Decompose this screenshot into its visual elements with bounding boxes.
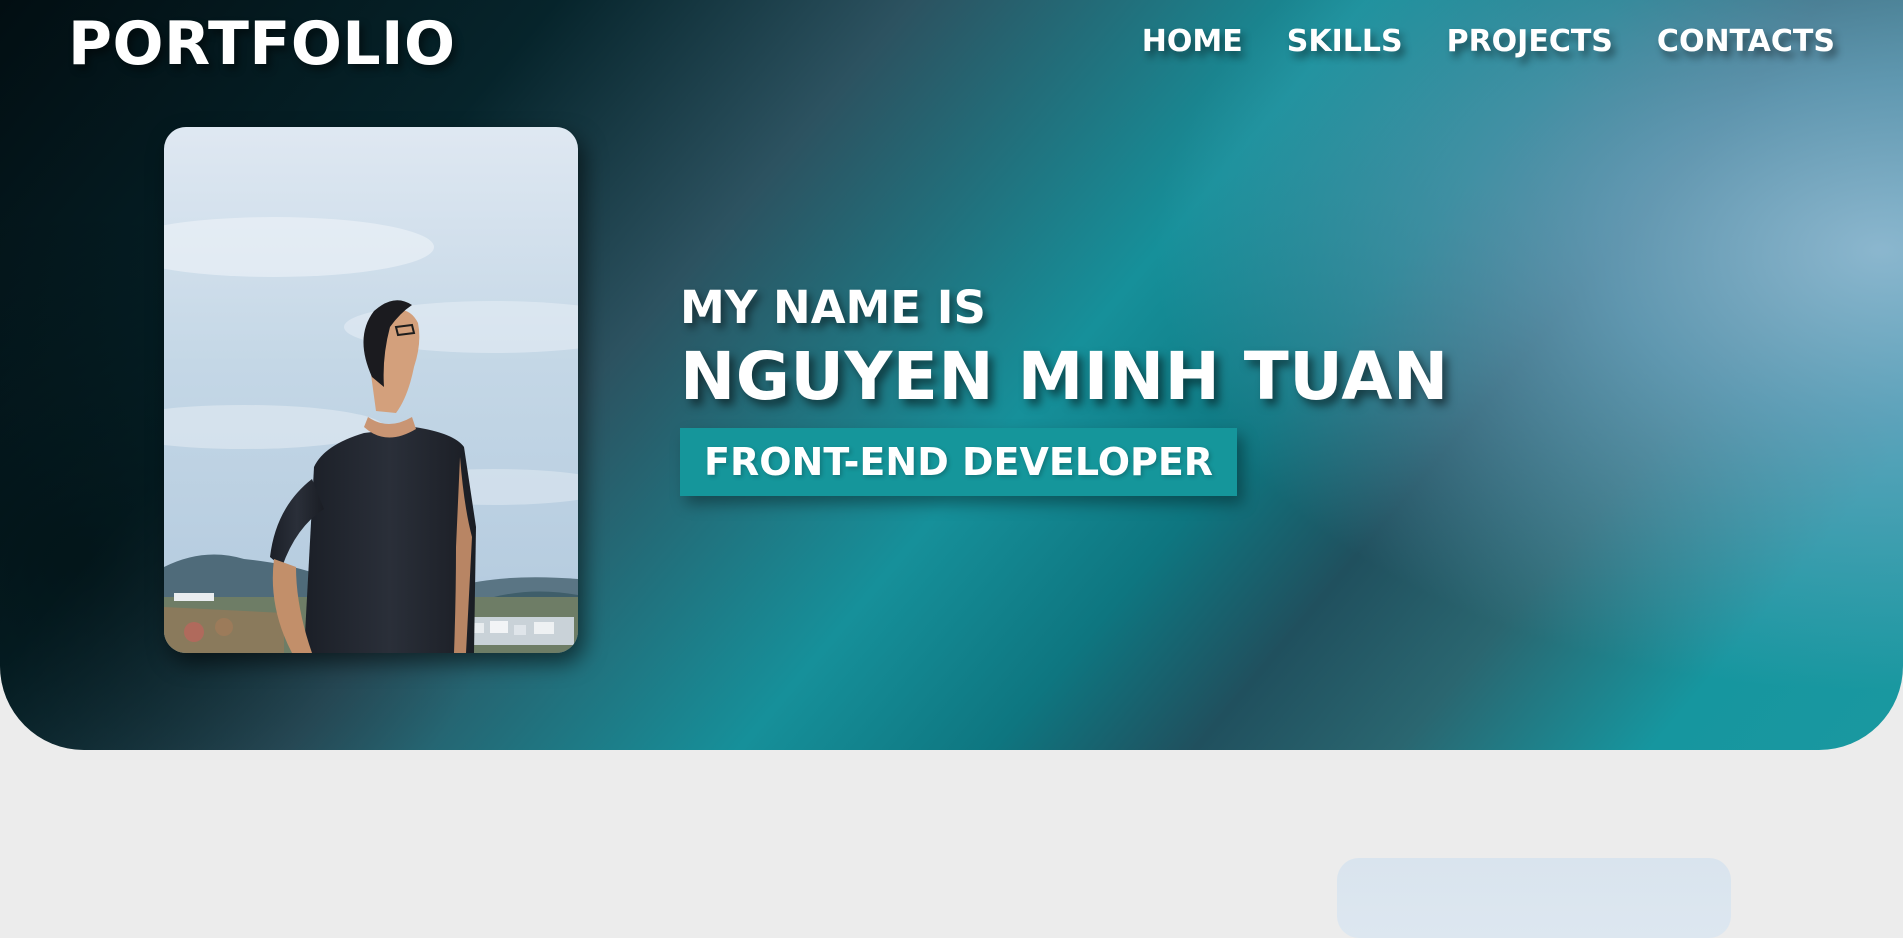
nav-projects-link[interactable]: PROJECTS xyxy=(1447,20,1613,64)
site-logo[interactable]: PORTFOLIO xyxy=(68,8,455,80)
main-nav: HOME SKILLS PROJECTS CONTACTS xyxy=(1142,20,1835,64)
developer-name: NGUYEN MINH TUAN xyxy=(680,338,1449,415)
nav-skills-link[interactable]: SKILLS xyxy=(1287,20,1403,64)
nav-contacts-link[interactable]: CONTACTS xyxy=(1657,20,1835,64)
intro-heading: MY NAME IS xyxy=(680,281,986,334)
nav-home-link[interactable]: HOME xyxy=(1142,20,1243,64)
hero-section: PORTFOLIO HOME SKILLS PROJECTS CONTACTS xyxy=(0,0,1903,750)
next-section-card xyxy=(1337,858,1731,938)
profile-photo xyxy=(164,127,578,653)
profile-photo-image xyxy=(164,127,578,653)
intro-block: MY NAME IS NGUYEN MINH TUAN FRONT-END DE… xyxy=(680,278,1449,496)
role-badge: FRONT-END DEVELOPER xyxy=(680,428,1238,496)
